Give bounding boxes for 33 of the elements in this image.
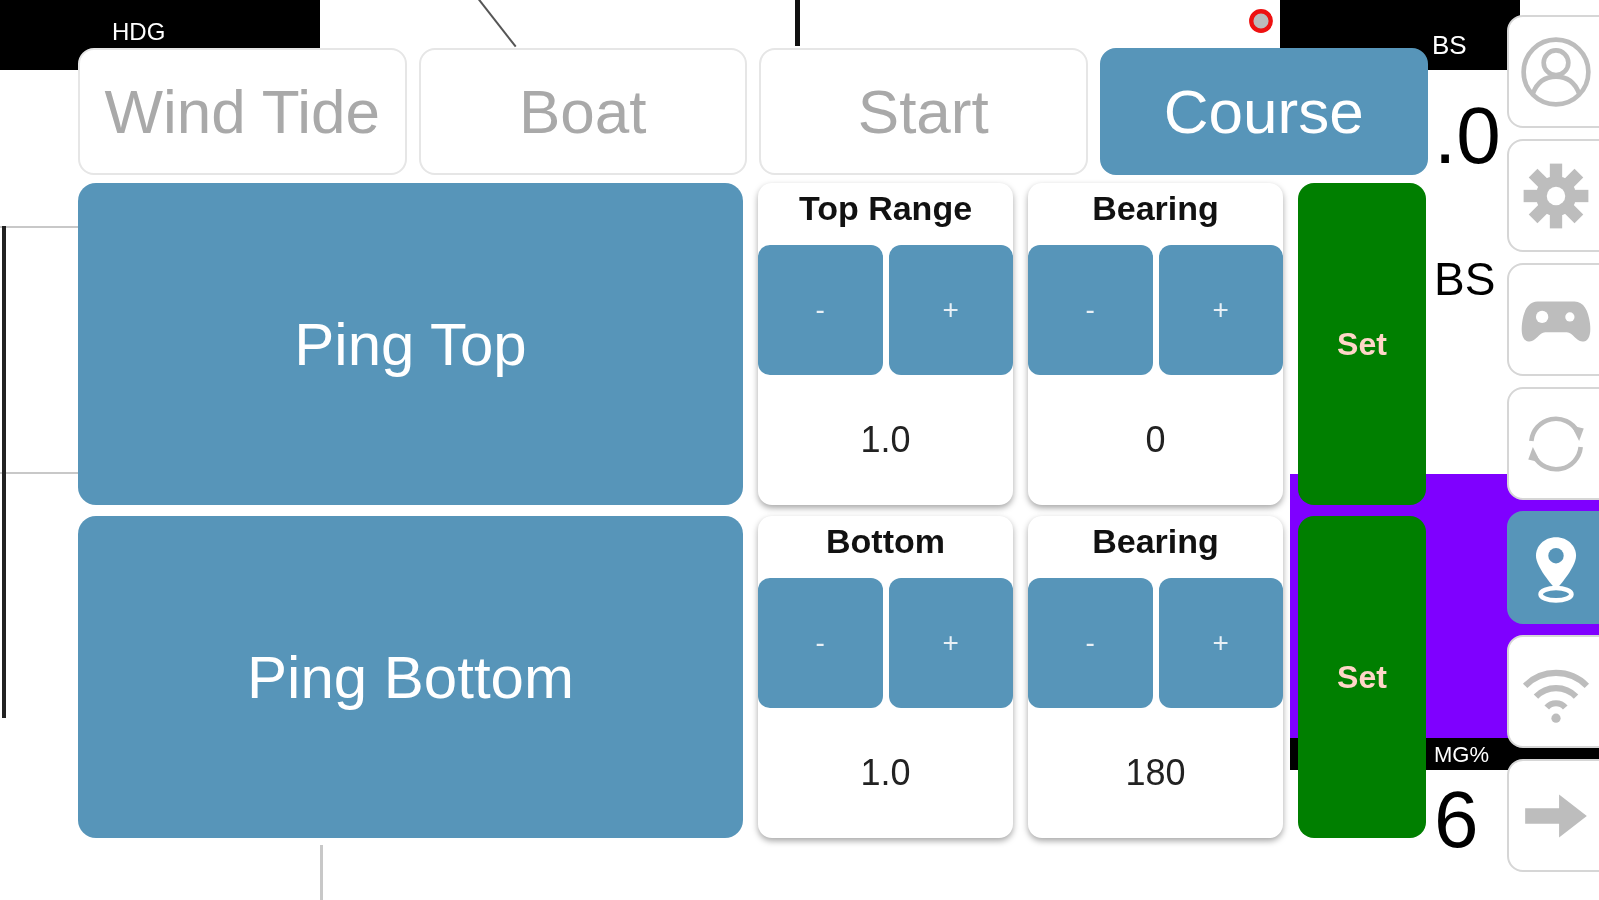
- value-text: 1.0: [860, 751, 911, 795]
- tab[interactable]: Wind Tide: [78, 48, 407, 175]
- gauge-value: 6: [1434, 780, 1479, 860]
- side-button[interactable]: [1507, 511, 1599, 624]
- tab[interactable]: Boat: [418, 48, 747, 175]
- minus-button[interactable]: -: [758, 578, 883, 708]
- card-title: Top Range: [798, 188, 973, 229]
- value-text: 180: [1125, 751, 1186, 795]
- tab[interactable]: Course: [1099, 48, 1428, 175]
- gauge-value: .0: [1434, 96, 1501, 176]
- gauge-label: BS: [1434, 256, 1496, 302]
- set-button[interactable]: Set: [1298, 516, 1426, 838]
- set-button[interactable]: Set: [1298, 183, 1426, 505]
- gauge-label: BS: [1432, 32, 1467, 58]
- gauge-label: MG%: [1434, 744, 1489, 766]
- marker-icon: [1248, 8, 1274, 34]
- user-icon: [1519, 34, 1593, 109]
- ping-button[interactable]: Ping Top: [78, 183, 743, 505]
- ping-button[interactable]: Ping Bottom: [78, 516, 743, 838]
- gauge-label: HDG: [112, 20, 166, 44]
- minus-button[interactable]: -: [758, 245, 883, 375]
- plus-button[interactable]: +: [888, 245, 1013, 375]
- card-title: Bearing: [1092, 188, 1219, 229]
- minus-button[interactable]: -: [1028, 245, 1153, 375]
- value-text: 0: [1145, 418, 1166, 462]
- minus-button[interactable]: -: [1028, 578, 1153, 708]
- card-title: Bearing: [1092, 521, 1219, 562]
- plus-button[interactable]: +: [1158, 578, 1283, 708]
- plus-button[interactable]: +: [888, 578, 1013, 708]
- plus-button[interactable]: +: [1158, 245, 1283, 375]
- value-text: 1.0: [860, 418, 911, 462]
- tab[interactable]: Start: [759, 48, 1088, 175]
- card-title: Bottom: [826, 521, 945, 562]
